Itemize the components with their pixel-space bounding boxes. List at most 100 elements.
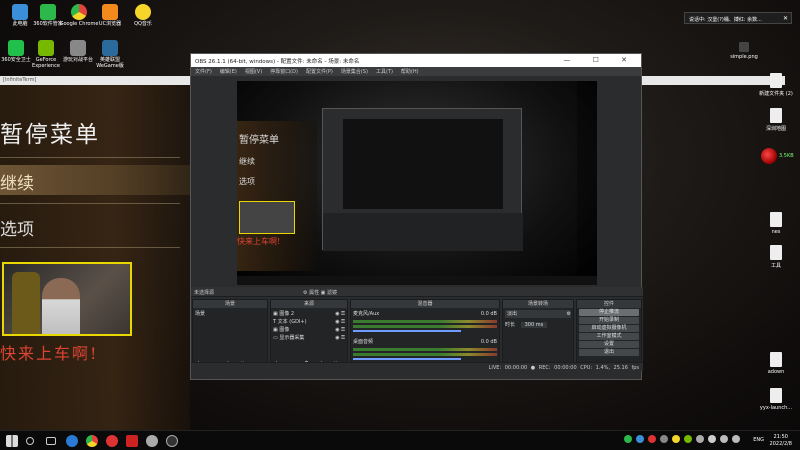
task-view-icon[interactable] bbox=[46, 437, 56, 445]
preview-menu-item: 选项 bbox=[239, 177, 255, 186]
clock[interactable]: 21:50 2022/2/8 bbox=[770, 434, 792, 448]
eye-icon[interactable]: ◉ ⚿ bbox=[335, 326, 345, 334]
eye-icon[interactable]: ◉ ⚿ bbox=[335, 310, 345, 318]
speed-value: 3.5KB bbox=[779, 153, 794, 159]
notification-toast[interactable]: 说话中: 汉堡(?)桶、搏红: 余数... ✕ bbox=[684, 12, 792, 24]
controls-dock-title: 控件 bbox=[577, 300, 641, 308]
tray-icon[interactable] bbox=[624, 435, 632, 443]
source-item[interactable]: ▣ 图像 ◉ ⚿ bbox=[273, 326, 345, 334]
menu-file[interactable]: 文件(F) bbox=[195, 68, 212, 75]
volume-meter bbox=[353, 325, 497, 328]
menu-profile[interactable]: 配置文件(P) bbox=[306, 68, 333, 75]
studio-mode-button[interactable]: 工作室模式 bbox=[579, 333, 639, 340]
preview-taskbar bbox=[237, 276, 597, 285]
wifi-icon[interactable] bbox=[732, 435, 740, 443]
tray-icon[interactable] bbox=[660, 435, 668, 443]
mixer-channel-name: 麦克风/Aux 0.0 dB bbox=[353, 311, 497, 317]
uc-browser-icon bbox=[102, 4, 118, 20]
gear-icon[interactable]: ⚙ bbox=[567, 310, 571, 318]
input-language[interactable]: ENG bbox=[753, 437, 764, 443]
volume-icon[interactable] bbox=[720, 435, 728, 443]
tray-icon[interactable] bbox=[684, 435, 692, 443]
desktop-icon-simple-png[interactable]: simple.png bbox=[724, 42, 764, 60]
obs-titlebar[interactable]: OBS 26.1.1 (64-bit, windows) - 配置文件: 未命名… bbox=[191, 54, 641, 67]
obs-menubar: 文件(F) 编辑(E) 视图(V) 停靠窗口(D) 配置文件(P) 场景集合(S… bbox=[191, 67, 641, 76]
network-speed-gadget[interactable]: 3.5KB bbox=[759, 147, 797, 167]
windows-start-icon[interactable] bbox=[6, 435, 18, 447]
start-virtual-camera-button[interactable]: 启动虚拟摄像机 bbox=[579, 325, 639, 332]
close-icon[interactable]: ✕ bbox=[783, 15, 788, 22]
transition-duration: 时长 300 ms bbox=[505, 321, 571, 329]
desktop-icon-tools[interactable]: 工具 bbox=[756, 245, 796, 269]
eye-icon[interactable]: ◉ ⚿ bbox=[335, 334, 345, 342]
cpu-fps: CPU: 1.4%, 25.16 fps bbox=[580, 365, 639, 371]
gaming-chair bbox=[12, 272, 40, 334]
obs-window[interactable]: OBS 26.1.1 (64-bit, windows) - 配置文件: 未命名… bbox=[190, 53, 643, 380]
file-icon bbox=[770, 212, 782, 227]
rec-icon: ● bbox=[530, 365, 536, 371]
menu-view[interactable]: 视图(V) bbox=[245, 68, 262, 75]
divider bbox=[0, 247, 180, 248]
divider bbox=[0, 203, 180, 204]
menu-docks[interactable]: 停靠窗口(D) bbox=[270, 68, 298, 75]
tray-icon[interactable] bbox=[708, 435, 716, 443]
file-icon bbox=[770, 245, 782, 260]
tray-icon[interactable] bbox=[696, 435, 704, 443]
transition-select[interactable]: 淡出 ⚙ bbox=[505, 310, 571, 318]
nested-preview bbox=[343, 119, 503, 209]
streamer-figure bbox=[42, 278, 80, 334]
menu-item-options[interactable]: 选项 bbox=[0, 215, 34, 240]
tray-icon[interactable] bbox=[636, 435, 644, 443]
menu-tools[interactable]: 工具(T) bbox=[376, 68, 393, 75]
app-icon[interactable] bbox=[146, 435, 158, 447]
rec-time: 00:00:00 bbox=[554, 365, 577, 371]
edge-icon[interactable] bbox=[66, 435, 78, 447]
obs-docks: 未选择源 ⚙ 属性 ▣ 滤镜 场景 场景 + − ∧ ∨ 来源 ▣ 图像 2◉ … bbox=[191, 287, 643, 371]
qq-music-icon bbox=[135, 4, 151, 20]
app-icon bbox=[70, 40, 86, 56]
file-icon bbox=[770, 352, 782, 367]
menu-help[interactable]: 帮助(H) bbox=[401, 68, 419, 75]
tray-icon[interactable] bbox=[672, 435, 680, 443]
stop-streaming-button[interactable]: 停止推流 bbox=[579, 309, 639, 316]
desktop-icon-nes[interactable]: nes bbox=[756, 212, 796, 235]
clock-date: 2022/2/8 bbox=[769, 441, 792, 447]
desktop-icon-new-folder[interactable]: 新建文件夹 (2) bbox=[756, 73, 796, 97]
source-item[interactable]: ▣ 图像 2 ◉ ⚿ bbox=[273, 310, 345, 318]
mixer-channel-db: 0.0 dB bbox=[480, 311, 497, 317]
chrome-icon[interactable] bbox=[86, 435, 98, 447]
volume-slider[interactable] bbox=[353, 330, 461, 332]
source-item[interactable]: T 文本 (GDI+) ◉ ⚿ bbox=[273, 318, 345, 326]
tray-icon[interactable] bbox=[648, 435, 656, 443]
properties-filters-buttons[interactable]: ⚙ 属性 ▣ 滤镜 bbox=[303, 289, 337, 296]
desktop-icon-adown[interactable]: adown bbox=[756, 352, 796, 375]
app-icon[interactable] bbox=[126, 435, 138, 447]
obs-preview[interactable]: 暂停菜单 继续 选项 快来上车啊! bbox=[237, 81, 597, 285]
menu-item-continue[interactable]: 继续 bbox=[0, 169, 34, 194]
exit-button[interactable]: 退出 bbox=[579, 349, 639, 356]
start-recording-button[interactable]: 开始录制 bbox=[579, 317, 639, 324]
obs-icon[interactable] bbox=[166, 435, 178, 447]
eye-icon[interactable]: ◉ ⚿ bbox=[335, 318, 345, 326]
menu-edit[interactable]: 编辑(E) bbox=[220, 68, 237, 75]
desktop-icon-qq-music[interactable]: QQ音乐 bbox=[123, 4, 163, 28]
menu-scene-collection[interactable]: 场景集合(S) bbox=[341, 68, 368, 75]
rec-label: REC: bbox=[538, 365, 551, 371]
window-controls[interactable]: — ☐ ✕ bbox=[563, 56, 637, 64]
settings-button[interactable]: 设置 bbox=[579, 341, 639, 348]
scenes-dock: 场景 场景 + − ∧ ∨ bbox=[192, 299, 268, 369]
desktop-icon-yyx-launch[interactable]: yyx-launch... bbox=[756, 388, 796, 411]
preview-desktop-icons bbox=[577, 81, 597, 285]
volume-slider[interactable] bbox=[353, 358, 461, 360]
obs-title-text: OBS 26.1.1 (64-bit, windows) - 配置文件: 未命名… bbox=[195, 59, 360, 65]
duration-input[interactable]: 300 ms bbox=[520, 322, 548, 328]
scene-item[interactable]: 场景 bbox=[195, 310, 265, 318]
netease-music-icon[interactable] bbox=[106, 435, 118, 447]
mixer-dock: 混音器 麦克风/Aux 0.0 dB 桌面音频 0.0 dB bbox=[350, 299, 500, 369]
search-icon[interactable] bbox=[26, 437, 34, 445]
divider bbox=[0, 157, 180, 158]
desktop-icon-lol-wegame[interactable]: 英雄联盟 WeGame版 bbox=[90, 40, 130, 70]
preview-banner: 快来上车啊! bbox=[237, 237, 281, 246]
desktop-icon-shenzhen-map[interactable]: 深圳地图 bbox=[756, 108, 796, 132]
source-item[interactable]: ▭ 显示器采集 ◉ ⚿ bbox=[273, 334, 345, 342]
